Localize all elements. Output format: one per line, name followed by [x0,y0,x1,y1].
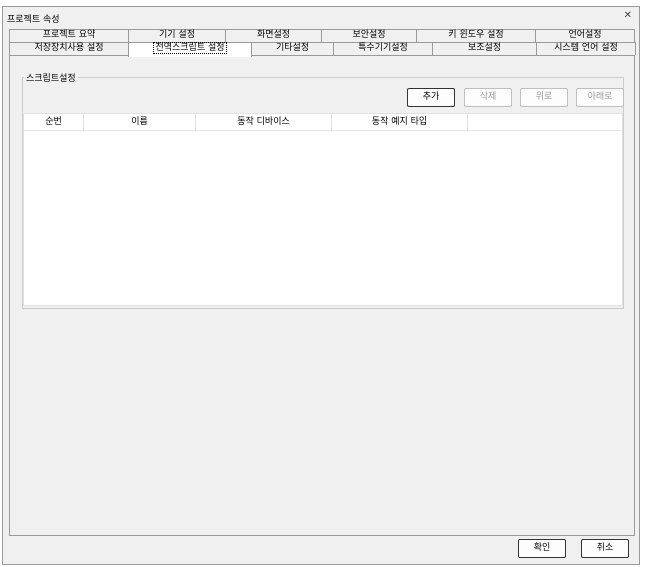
column-header-name[interactable]: 이름 [84,114,196,130]
tab-panel: 스크립트설정 추가 삭제 위로 아래로 순번 이름 동작 디바이스 동작 예지 … [9,55,635,536]
project-properties-dialog: 프로젝트 속성 ✕ 프로젝트 요약 기기 설정 화면설정 보안설정 키 윈도우 … [2,6,640,565]
dialog-title: 프로젝트 속성 [7,15,60,25]
ok-button[interactable]: 확인 [518,539,566,558]
group-title: 스크립트설정 [24,71,78,84]
tab-language-settings[interactable]: 언어설정 [535,29,635,42]
tab-key-window-settings[interactable]: 키 윈도우 설정 [416,29,536,42]
close-icon[interactable]: ✕ [624,11,632,21]
cancel-button[interactable]: 취소 [581,539,629,558]
tab-other-settings[interactable]: 기타설정 [251,42,334,55]
tab-row-1: 프로젝트 요약 기기 설정 화면설정 보안설정 키 윈도우 설정 언어설정 [9,29,635,42]
add-button[interactable]: 추가 [407,88,455,107]
tab-auxiliary-settings[interactable]: 보조설정 [432,42,537,55]
move-down-button[interactable]: 아래로 [576,88,624,107]
delete-button[interactable]: 삭제 [464,88,512,107]
move-up-button[interactable]: 위로 [520,88,568,107]
column-header-device[interactable]: 동작 디바이스 [196,114,332,130]
tab-system-language-settings[interactable]: 시스템 언어 설정 [536,42,636,55]
tab-project-summary[interactable]: 프로젝트 요약 [9,29,129,42]
tab-screen-settings[interactable]: 화면설정 [225,29,322,42]
tab-special-device-settings[interactable]: 특수기기설정 [333,42,433,55]
tab-global-script-settings[interactable]: 전역스크립트 설정 [128,42,252,57]
table-header: 순번 이름 동작 디바이스 동작 예지 타입 [24,114,622,131]
column-header-index[interactable]: 순번 [24,114,84,130]
tab-storage-settings[interactable]: 저장장치사용 설정 [9,42,129,55]
tab-device-settings[interactable]: 기기 설정 [128,29,226,42]
script-table[interactable]: 순번 이름 동작 디바이스 동작 예지 타입 [23,113,623,306]
tab-security-settings[interactable]: 보안설정 [321,29,417,42]
column-header-empty [468,114,622,130]
column-header-trigger-type[interactable]: 동작 예지 타입 [332,114,468,130]
footer-divider [9,535,635,536]
